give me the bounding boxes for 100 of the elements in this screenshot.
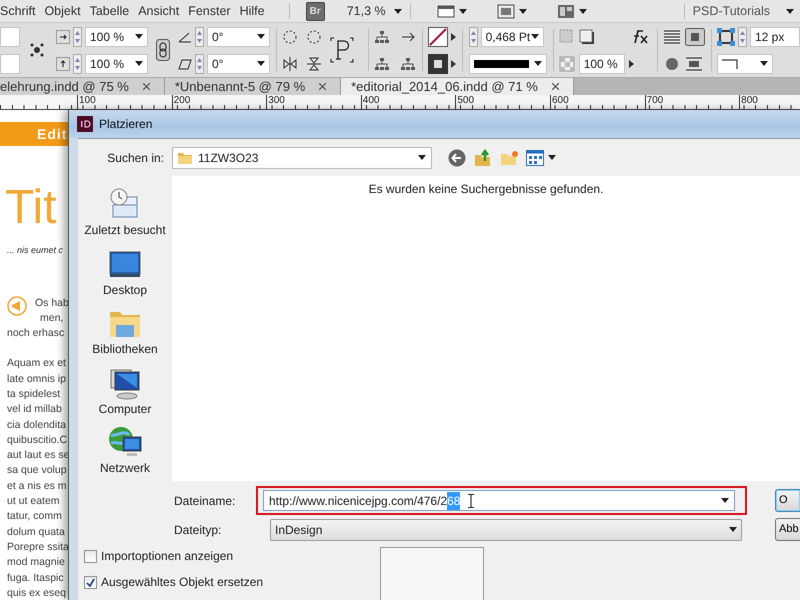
sidebar-place[interactable]: Computer [78,362,172,422]
menu-item[interactable]: Ansicht [138,0,188,22]
menu-item[interactable]: Objekt [44,0,90,22]
document-tab[interactable]: *Unbenannt-5 @ 79 % [164,78,342,95]
reference-point-icon[interactable] [30,43,44,57]
text-line: mod magnie [7,555,65,570]
stroke-type-dropdown[interactable] [468,54,547,74]
text-line: dolum quata [7,524,65,540]
corner-size-field[interactable]: 12 px [750,26,800,46]
scale-x-field[interactable]: 100 % [85,26,148,46]
view-menu-icon[interactable] [526,150,544,166]
document-tab[interactable]: *editorial_2014_06.indd @ 71 % [341,78,574,95]
scale-y-field[interactable]: 100 % [85,54,148,74]
text-cursor-icon [468,494,474,508]
flip-vertical-icon[interactable] [306,56,322,72]
menu-item[interactable]: Hilfe [240,0,281,22]
look-in-label: Suchen in: [107,150,164,166]
caret-icon [530,34,539,39]
app-icon [77,116,93,132]
arrow-right-icon[interactable] [451,32,456,40]
text-wrap-box-icon[interactable] [684,28,705,46]
stroke-weight-field[interactable]: 0,468 Pt [480,26,544,46]
spinner-icon[interactable] [73,26,82,46]
spinner-icon[interactable] [195,26,204,46]
shadow-box-icon[interactable] [578,28,595,44]
corner-shape-dropdown[interactable] [716,54,773,74]
menu-item[interactable]: Tabelle [90,0,138,22]
text-line: sa que volup [7,463,67,478]
spinner-icon[interactable] [195,54,204,74]
zoom-dropdown[interactable]: 71,3 % [346,2,402,20]
file-name-field[interactable]: http://www.nicenicejpg.com/476/268 [263,490,735,511]
menu-item[interactable]: Fenster [188,0,240,22]
caret-icon [578,8,587,14]
text-line: ut ut eatem [7,494,60,510]
file-type-label: Dateityp: [173,522,222,538]
checkbox[interactable] [84,576,97,588]
caret-icon [518,8,527,14]
rotation-field[interactable]: 0° [207,26,270,46]
flip-horizontal-icon[interactable] [282,56,298,72]
text-wrap-none-icon[interactable] [662,28,681,44]
close-icon[interactable] [142,83,150,90]
sidebar-place[interactable]: Desktop [78,243,172,303]
layout-icon[interactable] [556,3,575,19]
input-field[interactable] [0,26,20,46]
arrange-icon[interactable] [400,30,416,44]
rotate-counterclockwise-icon[interactable] [306,28,322,44]
checkerboard-icon [558,56,575,72]
scale-width-icon [56,30,70,44]
document-tab[interactable]: elehrung.indd @ 75 % [0,78,165,95]
text-line: late omnis ip [7,372,66,387]
stroke-none-swatch-icon[interactable] [428,26,448,46]
menu-item[interactable]: Schrift [0,0,44,22]
text-line: fuga. Itaspic [7,570,64,586]
paragraph-frame-icon[interactable] [330,37,354,63]
spinner-icon[interactable] [73,54,82,74]
cancel-button[interactable]: Abb [775,518,800,541]
text-line: et a nis es m [7,478,67,494]
fill-swatch-icon[interactable] [428,54,448,74]
spinner-icon[interactable] [468,26,478,46]
hierarchy-icon[interactable] [400,56,416,70]
opacity-field[interactable]: 100 % [578,54,625,74]
caret-icon [786,8,794,14]
caret-icon [418,155,426,160]
screen-mode-icon[interactable] [436,3,455,19]
checkbox-option[interactable]: Importoptionen anzeigen [84,547,380,565]
back-icon[interactable] [448,148,466,166]
folder-icon [178,151,192,164]
checkbox-option[interactable]: Ausgewähltes Objekt ersetzen [84,573,380,591]
dialog-title: Platzieren [99,116,152,133]
hierarchy-icon[interactable] [374,30,390,44]
sidebar-place[interactable]: Netzwerk [78,422,172,482]
sidebar-place[interactable]: Bibliotheken [78,302,172,362]
rotate-clockwise-icon[interactable] [282,28,298,44]
input-field[interactable] [0,54,20,74]
open-button[interactable]: O [775,489,800,512]
corner-options-icon[interactable] [716,28,735,46]
folder-up-icon[interactable] [474,148,492,166]
shear-field[interactable]: 0° [207,54,270,74]
text-wrap-jump-icon[interactable] [684,56,703,72]
close-icon[interactable] [552,83,559,90]
ruler-label: 200 [172,95,266,109]
hierarchy-icon[interactable] [374,56,390,70]
workspace-dropdown[interactable]: PSD-Tutorials [692,2,794,20]
file-type-dropdown[interactable]: InDesign [270,518,742,540]
checkbox[interactable] [84,550,97,562]
document-title: Tit [5,184,58,232]
sidebar-place[interactable]: Zuletzt besucht [78,184,172,244]
caret-icon [548,155,556,160]
close-icon[interactable] [319,83,326,90]
text-line: noch erhasc [7,326,64,342]
text-line: tatur, comm [7,509,62,524]
chain-link-icon[interactable] [156,39,170,61]
frame-icon[interactable] [496,3,515,19]
look-in-dropdown[interactable]: 11ZW3O23 [172,146,432,168]
bridge-button[interactable]: Br [306,2,325,20]
caret-icon [534,61,542,66]
ruler-label: 600 [550,95,645,109]
text-line: ta spidelest [7,386,60,402]
arrow-right-icon[interactable] [451,60,456,68]
arrow-right-icon[interactable] [628,60,634,68]
